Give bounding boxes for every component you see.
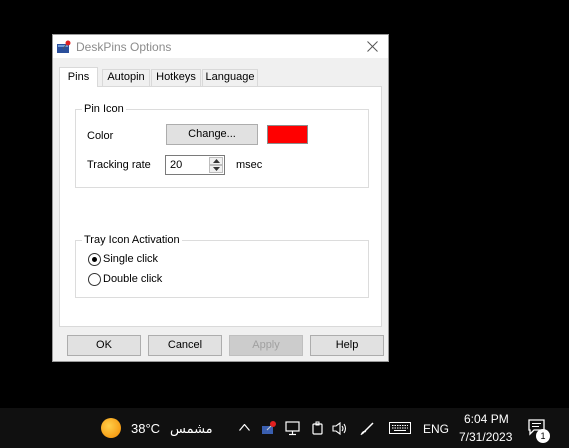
- clock-time[interactable]: 6:04 PM: [464, 412, 509, 426]
- radio-button-checked[interactable]: [88, 253, 101, 266]
- chevron-up-icon[interactable]: [239, 424, 250, 431]
- color-swatch[interactable]: [267, 125, 308, 144]
- tab-hotkeys[interactable]: Hotkeys: [151, 69, 201, 86]
- change-color-button[interactable]: Change...: [166, 124, 258, 145]
- arrow-down-icon: [213, 167, 220, 171]
- network-icon[interactable]: [285, 421, 301, 436]
- pin-icon-group: Pin Icon Color Change... Tracking rate 2…: [75, 103, 369, 188]
- weather-temperature[interactable]: 38°C: [131, 421, 160, 436]
- deskpins-tray-icon[interactable]: [261, 420, 276, 435]
- button-label: Cancel: [167, 339, 203, 351]
- tab-label: Autopin: [107, 71, 145, 83]
- radio-label: Double click: [103, 273, 163, 285]
- tab-language[interactable]: Language: [202, 69, 258, 86]
- button-label: Change...: [188, 128, 236, 140]
- device-icon[interactable]: [311, 421, 325, 436]
- radio-label: Single click: [103, 253, 159, 265]
- tab-panel-pins: Pin Icon Color Change... Tracking rate 2…: [59, 86, 382, 327]
- apply-button[interactable]: Apply: [229, 335, 303, 356]
- group-legend: Tray Icon Activation: [82, 234, 182, 246]
- pen-icon[interactable]: [360, 420, 376, 436]
- close-icon: [367, 41, 378, 52]
- tab-label: Hotkeys: [156, 71, 196, 83]
- tracking-rate-input[interactable]: 20: [165, 155, 225, 175]
- weather-condition[interactable]: مشمس: [170, 421, 213, 437]
- tab-pins[interactable]: Pins: [59, 67, 98, 87]
- color-label: Color: [87, 130, 114, 142]
- tracking-rate-value: 20: [170, 159, 183, 171]
- taskbar: 38°C مشمس ENG 6:04 PM 7/31/2023 1: [0, 408, 569, 448]
- sun-icon[interactable]: [101, 418, 121, 438]
- window-title: DeskPins Options: [76, 40, 172, 54]
- ok-button[interactable]: OK: [67, 335, 141, 356]
- deskpins-app-icon: [57, 40, 71, 53]
- cancel-button[interactable]: Cancel: [148, 335, 222, 356]
- volume-icon[interactable]: [332, 421, 348, 436]
- button-label: OK: [96, 339, 112, 351]
- tab-label: Pins: [67, 71, 90, 83]
- deskpins-options-window: DeskPins Options Pins Autopin Hotkeys La…: [52, 34, 389, 362]
- tab-label: Language: [205, 71, 255, 83]
- tracking-rate-label: Tracking rate: [87, 159, 151, 171]
- spin-up-button[interactable]: [209, 157, 223, 165]
- help-button[interactable]: Help: [310, 335, 384, 356]
- notification-count-badge: 1: [536, 429, 550, 443]
- tracking-rate-unit: msec: [236, 159, 263, 171]
- title-bar[interactable]: DeskPins Options: [53, 35, 388, 58]
- tab-autopin[interactable]: Autopin: [102, 69, 150, 86]
- keyboard-icon[interactable]: [389, 422, 411, 434]
- button-label: Help: [335, 339, 359, 351]
- arrow-up-icon: [213, 159, 220, 163]
- close-button[interactable]: [356, 35, 388, 58]
- input-language[interactable]: ENG: [423, 422, 449, 436]
- tray-icon-activation-group: Tray Icon Activation Single click Double…: [75, 234, 369, 298]
- spin-down-button[interactable]: [209, 165, 223, 173]
- clock-date[interactable]: 7/31/2023: [459, 430, 512, 444]
- group-legend: Pin Icon: [82, 103, 126, 115]
- button-label: Apply: [252, 339, 280, 351]
- radio-button[interactable]: [88, 273, 101, 286]
